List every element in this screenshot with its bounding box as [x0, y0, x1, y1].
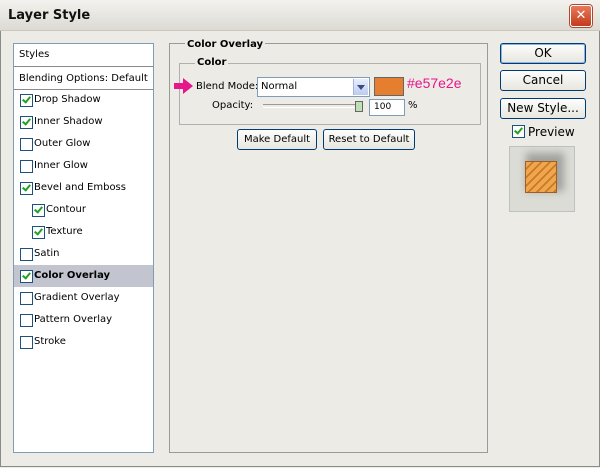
preview-toggle[interactable]: Preview — [512, 125, 575, 140]
style-item-label: Outer Glow — [34, 138, 91, 149]
title-bar: Layer Style ✕ — [0, 0, 600, 31]
style-item[interactable]: Stroke — [14, 331, 153, 353]
opacity-unit: % — [408, 100, 418, 111]
style-item[interactable]: Drop Shadow — [14, 89, 153, 111]
reset-default-label: Reset to Default — [328, 134, 410, 145]
style-item-label: Pattern Overlay — [34, 314, 113, 325]
preview-label: Preview — [528, 125, 575, 139]
style-checkbox[interactable] — [20, 138, 33, 151]
style-item-label: Contour — [46, 204, 86, 215]
style-checkbox[interactable] — [20, 182, 33, 195]
style-item-label: Satin — [34, 248, 60, 259]
style-item-label: Drop Shadow — [34, 94, 101, 105]
opacity-slider[interactable] — [263, 104, 363, 108]
style-item[interactable]: Satin — [14, 243, 153, 265]
chevron-down-icon[interactable] — [353, 79, 368, 95]
style-item-label: Texture — [46, 226, 83, 237]
ok-button[interactable]: OK — [500, 43, 586, 64]
style-item[interactable]: Contour — [14, 199, 153, 221]
preview-thumbnail — [525, 161, 557, 193]
style-checkbox[interactable] — [20, 160, 33, 173]
blend-mode-label: Blend Mode: — [196, 81, 259, 92]
opacity-slider-thumb[interactable] — [355, 101, 363, 112]
style-preview — [509, 146, 575, 212]
style-checkbox[interactable] — [32, 226, 45, 239]
group-title: Color — [195, 57, 229, 68]
style-checkbox[interactable] — [20, 94, 33, 107]
opacity-input[interactable]: 100 — [369, 99, 405, 116]
reset-default-button[interactable]: Reset to Default — [323, 129, 415, 150]
styles-header-label: Styles — [19, 49, 50, 60]
style-item-label: Gradient Overlay — [34, 292, 120, 303]
style-checkbox[interactable] — [20, 292, 33, 305]
make-default-button[interactable]: Make Default — [237, 129, 317, 150]
style-checkbox[interactable] — [20, 116, 33, 129]
new-style-button[interactable]: New Style... — [500, 98, 586, 119]
style-item[interactable]: Bevel and Emboss — [14, 177, 153, 199]
styles-list: Styles Blending Options: Default Drop Sh… — [13, 43, 154, 453]
style-item[interactable]: Texture — [14, 221, 153, 243]
opacity-value: 100 — [374, 102, 392, 112]
style-item-label: Inner Shadow — [34, 116, 103, 127]
window-title: Layer Style — [8, 8, 91, 23]
style-item[interactable]: Outer Glow — [14, 133, 153, 155]
style-item[interactable]: Gradient Overlay — [14, 287, 153, 309]
blending-options-label: Blending Options: Default — [19, 73, 148, 84]
style-checkbox[interactable] — [32, 204, 45, 217]
style-checkbox[interactable] — [20, 270, 33, 283]
style-item[interactable]: Inner Shadow — [14, 111, 153, 133]
style-item-label: Stroke — [34, 336, 66, 347]
blending-options-item[interactable]: Blending Options: Default — [14, 67, 153, 90]
close-icon: ✕ — [575, 8, 587, 23]
new-style-label: New Style... — [507, 101, 579, 115]
section-title: Color Overlay — [185, 39, 266, 50]
close-button[interactable]: ✕ — [570, 5, 592, 27]
opacity-label: Opacity: — [212, 100, 254, 111]
style-item-label: Color Overlay — [34, 270, 111, 281]
preview-checkbox[interactable] — [512, 125, 525, 138]
styles-header[interactable]: Styles — [14, 44, 153, 67]
style-item[interactable]: Inner Glow — [14, 155, 153, 177]
blend-mode-select[interactable]: Normal — [257, 77, 370, 97]
style-checkbox[interactable] — [20, 336, 33, 349]
cancel-button[interactable]: Cancel — [500, 70, 586, 91]
style-checkbox[interactable] — [20, 314, 33, 327]
pointer-arrow-head-icon — [183, 78, 193, 94]
style-item-label: Inner Glow — [34, 160, 88, 171]
cancel-label: Cancel — [522, 73, 564, 87]
make-default-label: Make Default — [243, 134, 311, 145]
style-item[interactable]: Pattern Overlay — [14, 309, 153, 331]
color-swatch[interactable] — [374, 77, 404, 96]
ok-label: OK — [534, 46, 552, 60]
style-item[interactable]: Color Overlay — [14, 265, 153, 287]
blend-mode-value: Normal — [261, 81, 298, 92]
hex-color-annotation: #e57e2e — [407, 75, 462, 91]
style-checkbox[interactable] — [20, 248, 33, 261]
style-item-label: Bevel and Emboss — [34, 182, 126, 193]
